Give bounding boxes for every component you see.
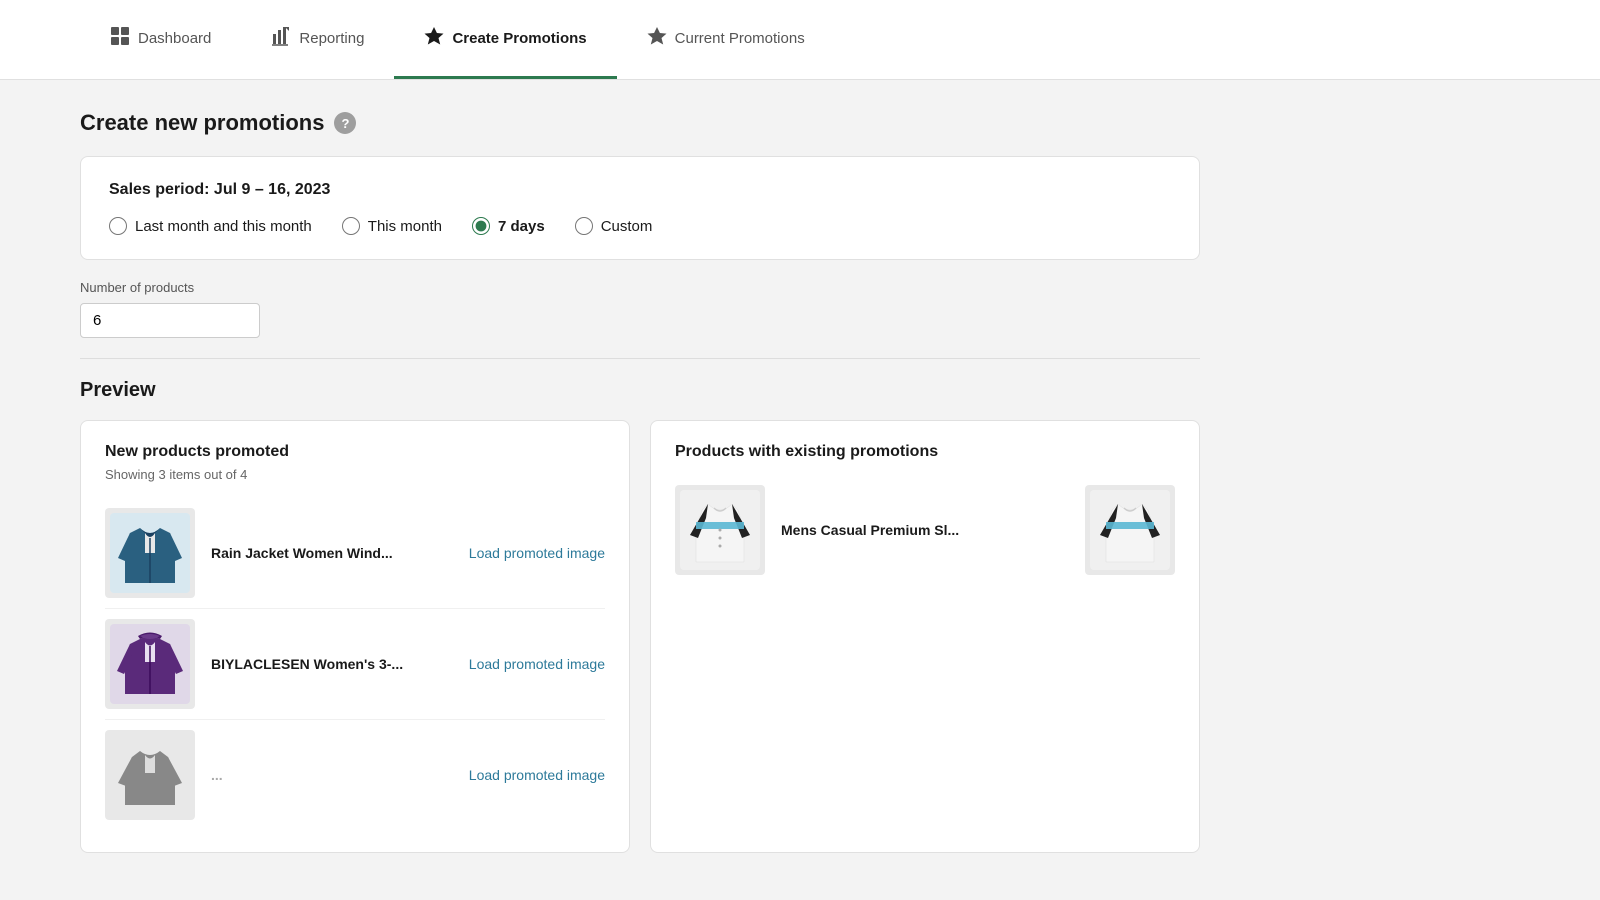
preview-grid: New products promoted Showing 3 items ou…	[80, 420, 1200, 853]
tab-current-promotions-label: Current Promotions	[675, 30, 805, 47]
showing-label: Showing 3 items out of 4	[105, 467, 605, 482]
product-thumb-1	[105, 508, 195, 598]
preview-section: Preview New products promoted Showing 3 …	[80, 379, 1200, 853]
new-products-card: New products promoted Showing 3 items ou…	[80, 420, 630, 853]
tab-create-promotions-label: Create Promotions	[452, 30, 586, 47]
product-name-3: ...	[211, 767, 453, 783]
product-count-spinner[interactable]: ▲ ▼	[80, 303, 260, 338]
radio-input-last-month[interactable]	[109, 217, 127, 235]
tab-dashboard[interactable]: Dashboard	[80, 0, 241, 79]
load-promoted-image-link-1[interactable]: Load promoted image	[469, 545, 605, 561]
radio-input-this-month[interactable]	[342, 217, 360, 235]
promo-product-name-1: Mens Casual Premium Sl...	[781, 522, 1069, 538]
radio-this-month[interactable]: This month	[342, 217, 442, 235]
page-title: Create new promotions	[80, 110, 324, 136]
product-thumb-3	[105, 730, 195, 820]
existing-promotions-card: Products with existing promotions	[650, 420, 1200, 853]
sales-period-card: Sales period: Jul 9 – 16, 2023 Last mont…	[80, 156, 1200, 260]
tab-reporting-label: Reporting	[299, 30, 364, 47]
product-row-3: ... Load promoted image	[105, 720, 605, 830]
product-name-2: BIYLACLESEN Women's 3-...	[211, 656, 453, 672]
tab-dashboard-label: Dashboard	[138, 30, 211, 47]
radio-7-days[interactable]: 7 days	[472, 217, 545, 235]
sales-period-label: Sales period: Jul 9 – 16, 2023	[109, 181, 1171, 199]
dashboard-icon	[110, 26, 130, 51]
load-promoted-image-link-3[interactable]: Load promoted image	[469, 767, 605, 783]
preview-title: Preview	[80, 379, 1200, 402]
product-row-1: Rain Jacket Women Wind... Load promoted …	[105, 498, 605, 609]
help-icon[interactable]: ?	[334, 112, 356, 134]
tab-current-promotions[interactable]: Current Promotions	[617, 0, 835, 79]
reporting-icon	[271, 26, 291, 51]
nav-bar: Dashboard Reporting Create Promotions	[0, 0, 1600, 80]
existing-promotions-title: Products with existing promotions	[675, 443, 1175, 461]
section-divider	[80, 358, 1200, 359]
radio-label-7-days: 7 days	[498, 218, 545, 235]
number-of-products-section: Number of products ▲ ▼	[80, 280, 1200, 338]
main-content: Create new promotions ? Sales period: Ju…	[0, 80, 1280, 883]
product-thumb-2	[105, 619, 195, 709]
radio-label-this-month: This month	[368, 218, 442, 235]
radio-input-custom[interactable]	[575, 217, 593, 235]
radio-custom[interactable]: Custom	[575, 217, 653, 235]
load-promoted-image-link-2[interactable]: Load promoted image	[469, 656, 605, 672]
radio-label-last-month: Last month and this month	[135, 218, 312, 235]
product-row-2: BIYLACLESEN Women's 3-... Load promoted …	[105, 609, 605, 720]
promo-thumb-1	[675, 485, 765, 575]
product-name-1: Rain Jacket Women Wind...	[211, 545, 453, 561]
new-products-title: New products promoted	[105, 443, 605, 461]
promo-thumb-2	[1085, 485, 1175, 575]
product-list: Rain Jacket Women Wind... Load promoted …	[105, 498, 605, 830]
current-promotions-icon	[647, 26, 667, 51]
existing-promo-row: Mens Casual Premium Sl...	[675, 485, 1175, 575]
radio-input-7-days[interactable]	[472, 217, 490, 235]
radio-last-month-this-month[interactable]: Last month and this month	[109, 217, 312, 235]
product-count-input[interactable]	[81, 304, 260, 337]
create-promotions-icon	[424, 26, 444, 51]
radio-label-custom: Custom	[601, 218, 653, 235]
tab-create-promotions[interactable]: Create Promotions	[394, 0, 616, 79]
tab-reporting[interactable]: Reporting	[241, 0, 394, 79]
number-of-products-label: Number of products	[80, 280, 1200, 295]
page-title-row: Create new promotions ?	[80, 110, 1200, 136]
radio-group-period: Last month and this month This month 7 d…	[109, 217, 1171, 235]
